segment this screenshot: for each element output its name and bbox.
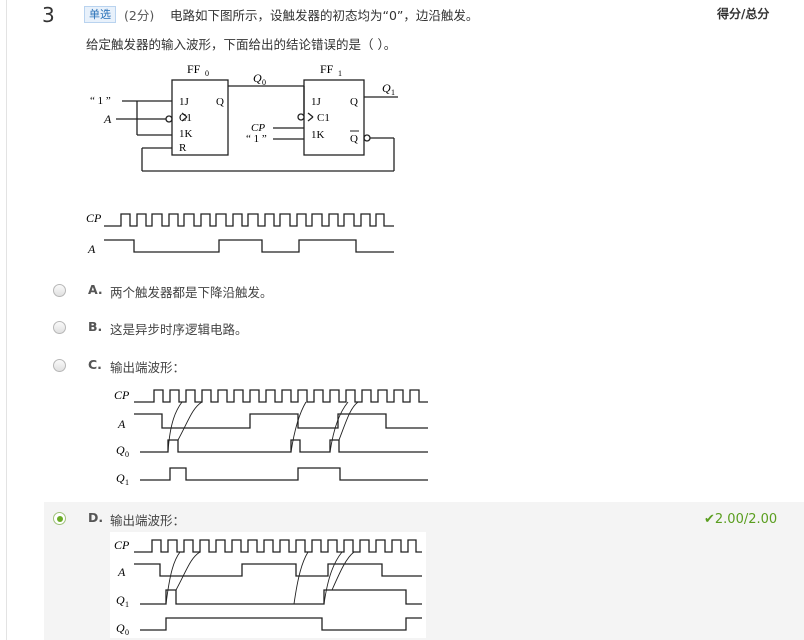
- option-c-text: 输出端波形：: [110, 360, 186, 375]
- option-c-q0-sub: 0: [125, 450, 129, 459]
- option-d-q1-sub: 1: [125, 600, 129, 609]
- option-b-letter: B.: [88, 319, 103, 334]
- option-c-q1-sub: 1: [125, 478, 129, 487]
- option-c-waveform: CP A Q 0 Q 1: [114, 388, 428, 487]
- option-c-q1-label: Q: [116, 471, 125, 485]
- option-d-q0-sub: 0: [125, 628, 129, 637]
- ff1-pin-qbar: Q: [350, 133, 358, 145]
- option-c-q0-label: Q: [116, 443, 125, 457]
- option-d-q1-label: Q: [116, 593, 125, 607]
- ff0-subscript: 0: [205, 69, 209, 78]
- option-c-letter: C.: [88, 357, 102, 372]
- ff1-pin-c1: C1: [317, 112, 330, 124]
- ff0-pin-1j: 1J: [179, 96, 190, 108]
- left-border: [6, 0, 7, 640]
- question-number: 3: [42, 3, 55, 27]
- score-header: 得分/总分: [717, 7, 770, 21]
- option-d-cp-label: CP: [114, 538, 130, 552]
- a-wave-label: A: [87, 242, 96, 256]
- option-d-text: 输出端波形：: [110, 513, 186, 528]
- ff0-pin-c1: C1: [179, 112, 192, 124]
- q0-subscript: 0: [262, 78, 266, 87]
- option-d-waveform: CP A Q 1 Q 0: [110, 532, 426, 638]
- input-waveform: CP A: [86, 211, 394, 256]
- ff1-pin-q: Q: [350, 96, 358, 108]
- question-stem-line-1: 电路如下图所示，设触发器的初态均为“0”，边沿触发。: [170, 8, 479, 23]
- option-a-text: 两个触发器都是下降沿触发。: [110, 285, 273, 300]
- option-a-radio[interactable]: [53, 284, 66, 297]
- ff1-subscript: 1: [338, 69, 342, 78]
- ff0-title: FF: [187, 62, 201, 76]
- ff0-pin-1k: 1K: [179, 128, 193, 140]
- option-b-radio[interactable]: [53, 321, 66, 334]
- cp-wave-label: CP: [86, 211, 102, 225]
- score-result: ✔2.00/2.00: [704, 512, 777, 527]
- option-c-radio[interactable]: [53, 359, 66, 372]
- option-d-a-label: A: [117, 565, 126, 579]
- option-d-letter: D.: [88, 510, 104, 525]
- option-b-text: 这是异步时序逻辑电路。: [110, 322, 248, 337]
- ff1-pin-1k: 1K: [311, 129, 325, 141]
- ff0-pin-q: Q: [216, 96, 224, 108]
- ff1-pin-1j: 1J: [311, 96, 322, 108]
- q1-subscript: 1: [391, 88, 395, 97]
- score-value: 2.00/2.00: [714, 512, 778, 527]
- check-icon: ✔: [704, 512, 715, 527]
- ff0-pin-r: R: [179, 142, 187, 154]
- option-c-cp-label: CP: [114, 388, 130, 402]
- question-stem-line-2: 给定触发器的输入波形，下面给出的结论错误的是（ ）。: [86, 37, 397, 52]
- option-d-radio[interactable]: [53, 512, 66, 525]
- option-d-q0-label: Q: [116, 621, 125, 635]
- q0-label: Q: [253, 71, 262, 85]
- question-type-badge: 单选: [84, 6, 116, 23]
- q1-label: Q: [382, 81, 391, 95]
- option-a-letter: A.: [88, 282, 103, 297]
- input-a-label: A: [103, 112, 112, 126]
- circuit-diagram: FF 0 FF 1 1J C1 1K R Q 1J C1 1K Q Q “ 1 …: [90, 62, 398, 172]
- ff1-title: FF: [320, 62, 334, 76]
- ff1-input-one-label: “ 1 ”: [246, 133, 267, 145]
- question-points: (2分): [124, 8, 155, 23]
- input-one-label: “ 1 ”: [90, 95, 111, 107]
- option-c-a-label: A: [117, 417, 126, 431]
